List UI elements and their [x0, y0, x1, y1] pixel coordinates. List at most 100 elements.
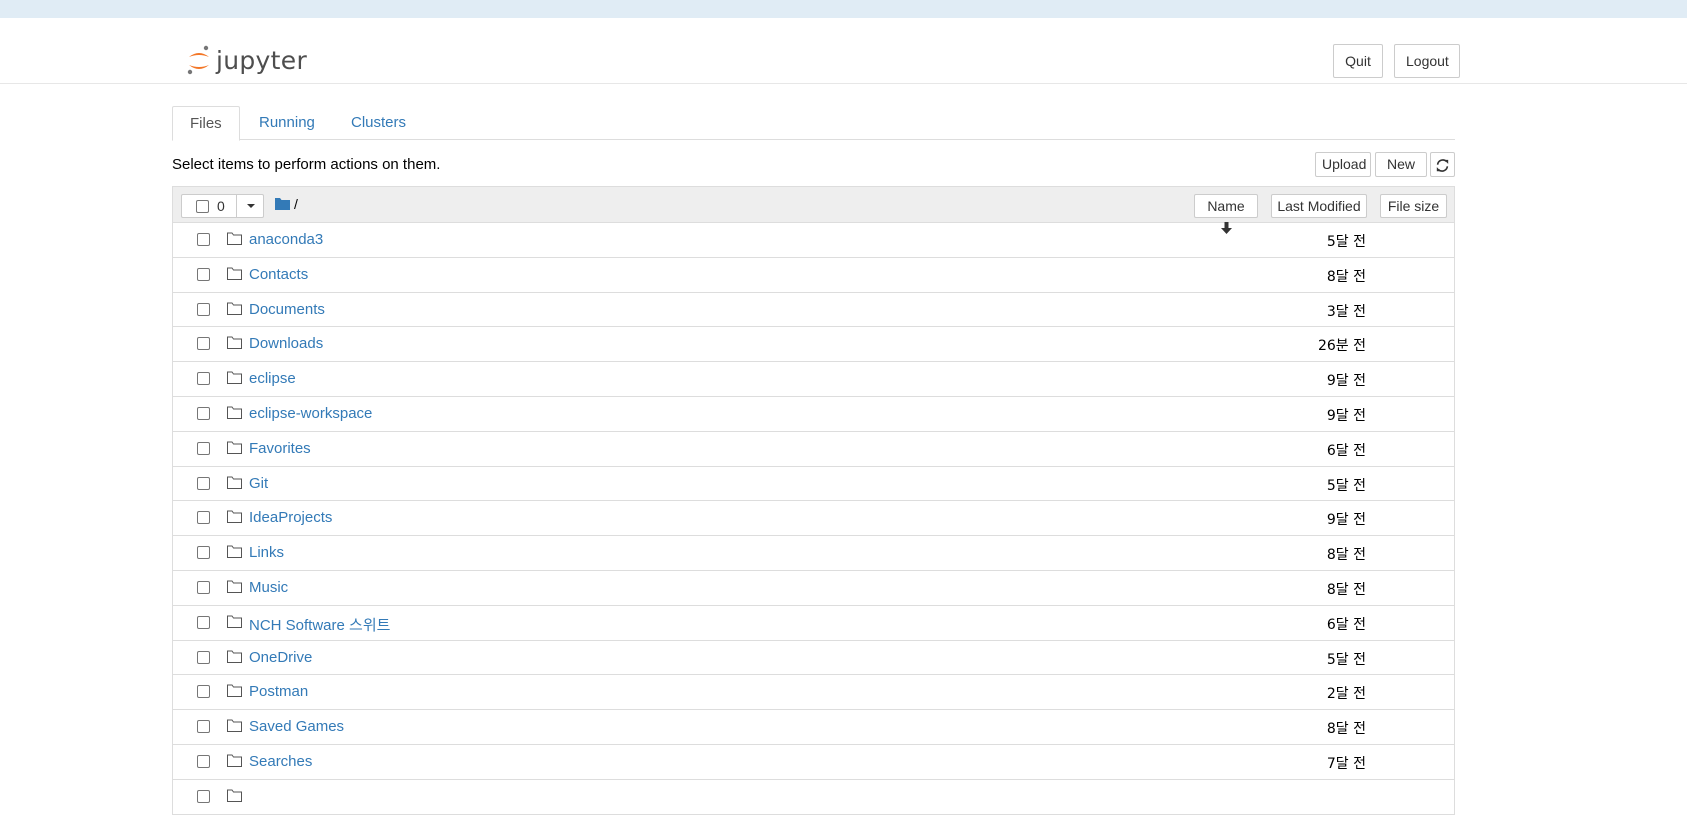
folder-outline-icon: [227, 510, 242, 524]
file-list-item[interactable]: [173, 780, 1454, 815]
folder-icon[interactable]: [275, 197, 290, 210]
item-last-modified: 26분 전: [1317, 338, 1366, 355]
file-list-item[interactable]: IdeaProjects 9달 전: [173, 501, 1454, 537]
item-last-modified: 5달 전: [1326, 651, 1366, 668]
item-name-link[interactable]: eclipse-workspace: [249, 405, 372, 422]
file-list-item[interactable]: Searches 7달 전: [173, 745, 1454, 780]
caret-down-icon: [246, 204, 255, 209]
folder-outline-icon: [227, 545, 242, 559]
file-list-item[interactable]: Git 5달 전: [173, 467, 1454, 502]
item-name-link[interactable]: anaconda3: [249, 231, 323, 248]
file-list-item[interactable]: Documents 3달 전: [173, 293, 1454, 328]
file-list-item[interactable]: Favorites 6달 전: [173, 432, 1454, 467]
file-list: 0 / Name Last Modified File size anacond…: [172, 186, 1455, 815]
item-name-link[interactable]: Music: [249, 579, 288, 596]
sort-by-file-size-button[interactable]: File size: [1380, 194, 1447, 218]
breadcrumb-root[interactable]: /: [294, 196, 298, 212]
logo-text: jupyter: [216, 45, 308, 75]
item-last-modified: 5달 전: [1326, 477, 1366, 494]
folder-outline-icon: [227, 615, 242, 628]
file-list-item[interactable]: OneDrive 5달 전: [173, 641, 1454, 676]
file-list-item[interactable]: Saved Games 8달 전: [173, 710, 1454, 745]
new-dropdown-button[interactable]: New: [1375, 152, 1427, 191]
item-checkbox[interactable]: [197, 406, 210, 420]
folder-outline-icon: [227, 476, 242, 489]
folder-outline-icon: [227, 580, 242, 593]
select-dropdown-button[interactable]: [236, 194, 264, 218]
refresh-icon: [1436, 158, 1449, 172]
item-last-modified: 5달 전: [1326, 234, 1366, 250]
jupyter-logo[interactable]: jupyter: [186, 42, 307, 78]
file-list-item[interactable]: Links 8달 전: [173, 536, 1454, 571]
file-list-item[interactable]: Music 8달 전: [173, 571, 1454, 606]
tab-files[interactable]: Files: [172, 106, 240, 141]
item-checkbox[interactable]: [197, 267, 210, 281]
item-name-link[interactable]: Git: [249, 475, 268, 492]
item-name-link[interactable]: Contacts: [249, 266, 308, 283]
item-last-modified: 6달 전: [1326, 616, 1366, 633]
file-list-item[interactable]: Downloads 26분 전: [173, 327, 1454, 363]
folder-outline-icon: [227, 267, 242, 280]
folder-outline-icon: [227, 719, 242, 733]
upload-button[interactable]: Upload: [1315, 152, 1371, 177]
file-list-item[interactable]: Postman 2달 전: [173, 675, 1454, 711]
sort-by-name-button[interactable]: Name: [1194, 194, 1258, 234]
item-name-link[interactable]: eclipse: [249, 370, 296, 387]
header: jupyter Quit Logout: [0, 18, 1687, 84]
file-list-item[interactable]: NCH Software 스위트 6달 전: [173, 606, 1454, 641]
item-last-modified: 6달 전: [1326, 442, 1366, 459]
item-name-link[interactable]: OneDrive: [249, 649, 312, 666]
folder-outline-icon: [227, 441, 242, 454]
item-checkbox[interactable]: [197, 476, 210, 490]
tab-running[interactable]: Running: [242, 106, 332, 140]
selection-instruction: Select items to perform actions on them.: [172, 156, 441, 173]
file-list-header: 0 / Name Last Modified File size: [173, 187, 1454, 234]
item-checkbox[interactable]: [197, 441, 210, 455]
item-checkbox[interactable]: [197, 580, 210, 594]
select-all-group: 0: [181, 194, 264, 218]
item-checkbox[interactable]: [197, 233, 210, 246]
item-name-link[interactable]: Documents: [249, 301, 325, 318]
item-checkbox[interactable]: [197, 546, 210, 560]
file-list-item[interactable]: eclipse 9달 전: [173, 362, 1454, 397]
item-name-link[interactable]: Links: [249, 544, 284, 561]
tab-clusters[interactable]: Clusters: [334, 106, 423, 140]
refresh-button[interactable]: [1430, 152, 1455, 177]
item-checkbox[interactable]: [197, 302, 210, 316]
item-name-link[interactable]: NCH Software 스위트: [249, 614, 390, 635]
item-checkbox[interactable]: [197, 337, 210, 351]
item-checkbox[interactable]: [197, 789, 210, 803]
folder-outline-icon: [227, 336, 242, 350]
item-last-modified: 8달 전: [1326, 581, 1366, 598]
item-name-link[interactable]: Downloads: [249, 335, 323, 352]
item-checkbox[interactable]: [197, 685, 210, 699]
folder-outline-icon: [227, 684, 242, 698]
item-name-link[interactable]: Searches: [249, 753, 312, 770]
item-name-link[interactable]: Postman: [249, 683, 308, 700]
item-name-link[interactable]: Saved Games: [249, 718, 344, 735]
item-last-modified: 8달 전: [1326, 268, 1366, 285]
select-all-checkbox[interactable]: [196, 200, 209, 213]
item-checkbox[interactable]: [197, 720, 210, 734]
item-last-modified: 7달 전: [1326, 755, 1366, 772]
item-last-modified: 2달 전: [1326, 686, 1366, 703]
sort-by-last-modified-button[interactable]: Last Modified: [1271, 194, 1367, 218]
file-list-item[interactable]: Contacts 8달 전: [173, 258, 1454, 293]
item-name-link[interactable]: IdeaProjects: [249, 509, 332, 526]
quit-button[interactable]: Quit: [1333, 44, 1383, 78]
item-last-modified: 9달 전: [1326, 373, 1366, 390]
item-name-link[interactable]: Favorites: [249, 440, 311, 457]
folder-outline-icon: [227, 232, 242, 245]
item-checkbox[interactable]: [197, 754, 210, 768]
selected-count: 0: [217, 198, 225, 214]
logout-button[interactable]: Logout: [1394, 44, 1460, 78]
item-checkbox[interactable]: [197, 650, 210, 664]
folder-outline-icon: [227, 754, 242, 767]
file-list-item[interactable]: eclipse-workspace 9달 전: [173, 397, 1454, 432]
sort-name-label: Name: [1207, 198, 1245, 214]
item-checkbox[interactable]: [197, 615, 210, 629]
item-checkbox[interactable]: [197, 511, 210, 525]
file-list-item[interactable]: anaconda3 5달 전: [173, 223, 1454, 258]
tab-bar: Files Running Clusters: [172, 106, 1455, 141]
item-checkbox[interactable]: [197, 372, 210, 386]
